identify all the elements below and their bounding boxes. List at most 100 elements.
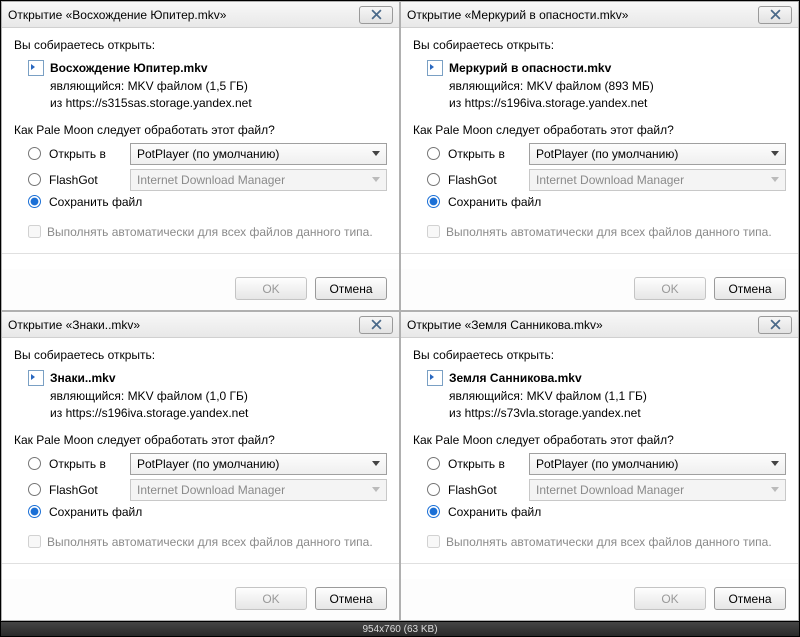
flashgot-radio[interactable]	[427, 483, 440, 496]
open-prompt: Вы собираетесь открыть:	[413, 348, 786, 362]
chevron-down-icon	[771, 151, 779, 156]
from-label: из	[50, 406, 62, 420]
flashgot-combo[interactable]: Internet Download Manager	[130, 479, 387, 501]
how-handle-label: Как Pale Moon следует обработать этот фа…	[14, 123, 387, 137]
download-dialog: Открытие «Меркурий в опасности.mkv» Вы с…	[400, 1, 799, 311]
close-button[interactable]	[359, 6, 393, 24]
save-file-radio[interactable]	[427, 195, 440, 208]
is-label: являющийся:	[449, 79, 523, 93]
close-icon	[371, 319, 382, 330]
chevron-down-icon	[771, 177, 779, 182]
open-prompt: Вы собираетесь открыть:	[14, 38, 387, 52]
from-label: из	[449, 406, 461, 420]
ok-button[interactable]: OK	[634, 277, 706, 300]
window-title: Открытие «Земля Санникова.mkv»	[407, 318, 758, 332]
from-label: из	[50, 96, 62, 110]
file-source: https://s73vla.storage.yandex.net	[465, 406, 641, 420]
flashgot-combo[interactable]: Internet Download Manager	[130, 169, 387, 191]
filename: Восхождение Юпитер.mkv	[50, 61, 208, 75]
ok-button[interactable]: OK	[235, 587, 307, 610]
auto-checkbox	[427, 225, 440, 238]
open-in-value: PotPlayer (по умолчанию)	[137, 457, 279, 471]
download-dialog: Открытие «Восхождение Юпитер.mkv» Вы соб…	[1, 1, 400, 311]
file-source-row: из https://s196iva.storage.yandex.net	[449, 95, 786, 112]
file-source: https://s315sas.storage.yandex.net	[66, 96, 252, 110]
open-in-radio[interactable]	[427, 147, 440, 160]
titlebar: Открытие «Меркурий в опасности.mkv»	[401, 2, 798, 28]
ok-button[interactable]: OK	[235, 277, 307, 300]
open-in-combo[interactable]: PotPlayer (по умолчанию)	[529, 143, 786, 165]
ok-label: OK	[661, 592, 678, 606]
cancel-button[interactable]: Отмена	[714, 277, 786, 300]
open-in-combo[interactable]: PotPlayer (по умолчанию)	[529, 453, 786, 475]
flashgot-radio[interactable]	[28, 173, 41, 186]
how-handle-label: Как Pale Moon следует обработать этот фа…	[14, 433, 387, 447]
window-title: Открытие «Меркурий в опасности.mkv»	[407, 8, 758, 22]
titlebar: Открытие «Восхождение Юпитер.mkv»	[2, 2, 399, 28]
ok-label: OK	[661, 282, 678, 296]
open-in-combo[interactable]: PotPlayer (по умолчанию)	[130, 453, 387, 475]
separator	[2, 563, 399, 564]
auto-label: Выполнять автоматически для всех файлов …	[47, 535, 373, 549]
close-button[interactable]	[758, 6, 792, 24]
open-in-label: Открыть в	[49, 457, 124, 471]
titlebar: Открытие «Знаки..mkv»	[2, 312, 399, 338]
file-type: MKV файлом (1,5 ГБ)	[128, 79, 248, 93]
open-in-value: PotPlayer (по умолчанию)	[137, 147, 279, 161]
is-label: являющийся:	[50, 79, 124, 93]
flashgot-radio[interactable]	[427, 173, 440, 186]
open-in-radio[interactable]	[427, 457, 440, 470]
close-icon	[770, 9, 781, 20]
cancel-label: Отмена	[728, 282, 771, 296]
file-type-row: являющийся: MKV файлом (1,0 ГБ)	[50, 388, 387, 405]
file-type: MKV файлом (893 МБ)	[527, 79, 654, 93]
cancel-label: Отмена	[329, 592, 372, 606]
save-file-label: Сохранить файл	[448, 195, 541, 209]
flashgot-combo[interactable]: Internet Download Manager	[529, 479, 786, 501]
is-label: являющийся:	[50, 389, 124, 403]
window-title: Открытие «Знаки..mkv»	[8, 318, 359, 332]
download-dialog: Открытие «Земля Санникова.mkv» Вы собира…	[400, 311, 799, 621]
cancel-button[interactable]: Отмена	[315, 277, 387, 300]
chevron-down-icon	[372, 151, 380, 156]
file-source-row: из https://s196iva.storage.yandex.net	[50, 405, 387, 422]
save-file-radio[interactable]	[28, 505, 41, 518]
file-type-row: являющийся: MKV файлом (1,1 ГБ)	[449, 388, 786, 405]
cancel-button[interactable]: Отмена	[315, 587, 387, 610]
close-icon	[770, 319, 781, 330]
ok-button[interactable]: OK	[634, 587, 706, 610]
file-type: MKV файлом (1,0 ГБ)	[128, 389, 248, 403]
flashgot-combo[interactable]: Internet Download Manager	[529, 169, 786, 191]
cancel-label: Отмена	[329, 282, 372, 296]
file-source: https://s196iva.storage.yandex.net	[465, 96, 648, 110]
open-prompt: Вы собираетесь открыть:	[14, 348, 387, 362]
open-in-radio[interactable]	[28, 147, 41, 160]
close-button[interactable]	[758, 316, 792, 334]
filename: Меркурий в опасности.mkv	[449, 61, 611, 75]
flashgot-radio[interactable]	[28, 483, 41, 496]
flashgot-value: Internet Download Manager	[137, 173, 285, 187]
separator	[401, 253, 798, 254]
cancel-button[interactable]: Отмена	[714, 587, 786, 610]
open-in-value: PotPlayer (по умолчанию)	[536, 147, 678, 161]
close-button[interactable]	[359, 316, 393, 334]
auto-label: Выполнять автоматически для всех файлов …	[446, 225, 772, 239]
save-file-radio[interactable]	[427, 505, 440, 518]
save-file-label: Сохранить файл	[49, 505, 142, 519]
ok-label: OK	[262, 592, 279, 606]
file-type-row: являющийся: MKV файлом (1,5 ГБ)	[50, 78, 387, 95]
filename: Земля Санникова.mkv	[449, 371, 582, 385]
file-icon	[427, 370, 443, 386]
open-in-label: Открыть в	[448, 147, 523, 161]
flashgot-value: Internet Download Manager	[536, 483, 684, 497]
chevron-down-icon	[771, 487, 779, 492]
open-in-label: Открыть в	[49, 147, 124, 161]
save-file-radio[interactable]	[28, 195, 41, 208]
save-file-label: Сохранить файл	[448, 505, 541, 519]
flashgot-label: FlashGot	[49, 483, 124, 497]
chevron-down-icon	[372, 177, 380, 182]
auto-label: Выполнять автоматически для всех файлов …	[446, 535, 772, 549]
how-handle-label: Как Pale Moon следует обработать этот фа…	[413, 433, 786, 447]
open-in-radio[interactable]	[28, 457, 41, 470]
open-in-combo[interactable]: PotPlayer (по умолчанию)	[130, 143, 387, 165]
